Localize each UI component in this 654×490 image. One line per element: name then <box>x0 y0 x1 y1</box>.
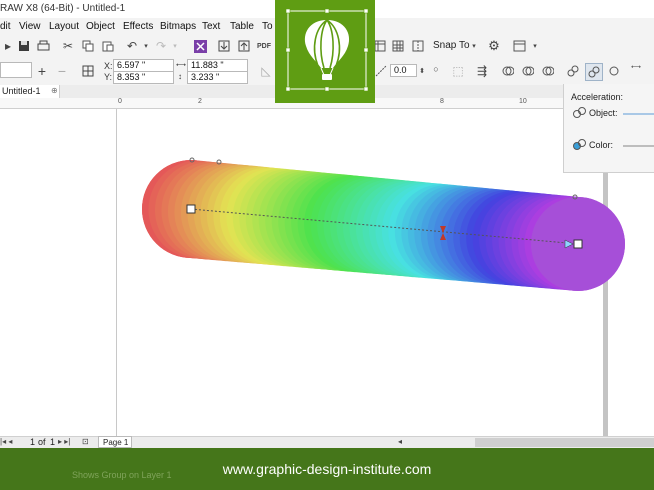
last-page-icon[interactable]: ▸ ▸| <box>58 437 70 446</box>
total-pages: 1 <box>50 437 56 447</box>
object-acceleration-icon <box>573 107 587 122</box>
first-page-icon[interactable]: |◂ ◂ <box>0 437 12 446</box>
object-acceleration-slider[interactable] <box>623 113 654 115</box>
object-label: Object: <box>589 108 618 118</box>
add-page-icon[interactable]: ⊡ <box>82 437 89 446</box>
page-of-label: of <box>38 437 46 447</box>
scroll-left-icon[interactable]: ◂ <box>398 437 402 446</box>
website-url: www.graphic-design-institute.com <box>222 461 432 477</box>
blend-start-handle[interactable] <box>186 204 196 214</box>
corel-balloon-logo <box>275 0 375 103</box>
balloon-icon <box>285 8 369 92</box>
blend-steps <box>142 160 625 291</box>
color-acceleration-slider[interactable] <box>623 145 654 147</box>
blend-end-handle[interactable] <box>573 239 583 249</box>
color-acceleration-icon <box>573 139 587 154</box>
page-tab[interactable]: Page 1 <box>98 436 132 448</box>
watermark-footer: Shows Group on Layer 1 www.graphic-desig… <box>0 448 654 490</box>
color-label: Color: <box>589 140 614 150</box>
horizontal-scrollbar[interactable] <box>475 438 654 447</box>
acceleration-flyout: Acceleration: Object: Color: <box>563 84 654 173</box>
current-page[interactable]: 1 <box>30 437 35 447</box>
acceleration-title: Acceleration: <box>571 92 624 102</box>
